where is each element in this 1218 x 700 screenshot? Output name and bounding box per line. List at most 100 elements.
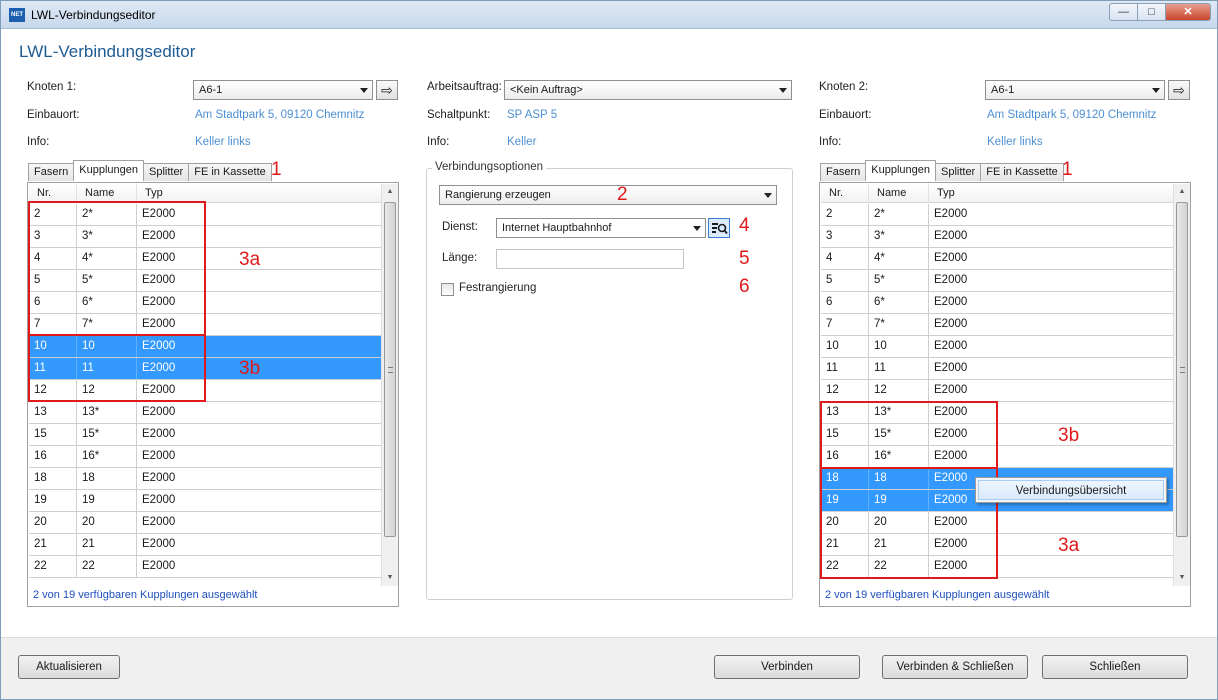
cell-name: 15* [77,424,137,445]
title-bar: NET LWL-Verbindungseditor — □ ✕ [1,1,1217,29]
right-col-name[interactable]: Name [869,184,929,203]
cell-nr: 19 [29,490,77,511]
close-button[interactable]: ✕ [1165,3,1211,21]
annotation-5: 5 [739,248,750,269]
verbindungsoptionen-title: Verbindungsoptionen [432,161,547,173]
info1-link[interactable]: Keller links [195,136,251,148]
table-row[interactable]: 6 6* E2000 [821,292,1174,314]
cell-typ: E2000 [142,538,176,550]
cell-nr: 15 [29,424,77,445]
cell-typ: E2000 [142,472,176,484]
festrangierung-checkbox[interactable] [441,283,454,296]
right-col-typ[interactable]: Typ [929,184,1174,203]
table-row[interactable]: 4 4* E2000 [821,248,1174,270]
einbauort1-link[interactable]: Am Stadtpark 5, 09120 Chemnitz [195,109,364,121]
einbauort1-label: Einbauort: [27,109,80,121]
cell-nr: 3 [821,226,869,247]
right-scrollbar[interactable]: ▲ ▼ [1173,184,1190,586]
table-row[interactable]: 18 18 E2000 [29,468,382,490]
cell-typ: E2000 [142,450,176,462]
left-tab-fasern[interactable]: Fasern [28,163,75,181]
einbauort2-link[interactable]: Am Stadtpark 5, 09120 Chemnitz [987,109,1156,121]
left-scrollbar[interactable]: ▲ ▼ [381,184,398,586]
cell-typ: E2000 [142,516,176,528]
info1-label: Info: [27,136,50,148]
right-tab-fasern[interactable]: Fasern [820,163,867,181]
right-tab-splitter[interactable]: Splitter [934,163,982,181]
annotation-2: 2 [617,184,628,205]
left-tab-splitter[interactable]: Splitter [142,163,190,181]
connect-close-button[interactable]: Verbinden & Schließen [882,655,1028,679]
cell-nr: 22 [29,556,77,577]
connect-button[interactable]: Verbinden [714,655,860,679]
arrow-right-icon: ⇨ [381,82,393,98]
table-row[interactable]: 10 10 E2000 [821,336,1174,358]
table-row[interactable]: 16 16* E2000 [29,446,382,468]
knoten1-goto-button[interactable]: ⇨ [376,80,398,100]
cell-name: 7* [869,314,929,335]
knoten1-label: Knoten 1: [27,81,77,93]
cell-nr: 18 [29,468,77,489]
knoten2-combo[interactable]: A6-1 [985,80,1165,100]
chevron-down-icon [693,226,701,231]
left-tab-kupplungen[interactable]: Kupplungen [73,160,144,181]
laenge-label: Länge: [442,252,478,264]
right-scroll-thumb[interactable] [1176,202,1188,537]
cell-nr: 7 [821,314,869,335]
scroll-down-icon[interactable]: ▼ [1174,570,1190,586]
left-scroll-thumb[interactable] [384,202,396,537]
close-dialog-button[interactable]: Schließen [1042,655,1188,679]
scroll-up-icon[interactable]: ▲ [1174,184,1190,200]
cell-name: 4* [869,248,929,269]
table-row[interactable]: 5 5* E2000 [821,270,1174,292]
knoten2-goto-button[interactable]: ⇨ [1168,80,1190,100]
table-row[interactable]: 2 2* E2000 [821,204,1174,226]
dienst-search-button[interactable] [708,218,730,238]
minimize-button[interactable]: — [1109,3,1137,21]
right-tab-kupplungen[interactable]: Kupplungen [865,160,936,181]
context-menu-verbindungsuebersicht[interactable]: Verbindungsübersicht [978,480,1164,500]
table-row[interactable]: 19 19 E2000 [29,490,382,512]
cell-nr: 13 [29,402,77,423]
info-center-label: Info: [427,136,450,148]
chevron-down-icon [1152,88,1160,93]
table-row[interactable]: 7 7* E2000 [821,314,1174,336]
right-col-nr[interactable]: Nr. [821,184,869,203]
table-row[interactable]: 21 21 E2000 [29,534,382,556]
maximize-button[interactable]: □ [1137,3,1165,21]
scroll-up-icon[interactable]: ▲ [382,184,398,200]
mode-combo[interactable]: Rangierung erzeugen [439,185,777,205]
left-tab-fe-in-kassette[interactable]: FE in Kassette [188,163,272,181]
cell-typ: E2000 [142,560,176,572]
schaltpunkt-link[interactable]: SP ASP 5 [507,109,557,121]
auftrag-combo[interactable]: <Kein Auftrag> [504,80,792,100]
cell-typ: E2000 [142,494,176,506]
knoten1-combo[interactable]: A6-1 [193,80,373,100]
table-row[interactable]: 15 15* E2000 [29,424,382,446]
refresh-button[interactable]: Aktualisieren [18,655,120,679]
table-row[interactable]: 13 13* E2000 [29,402,382,424]
table-row[interactable]: 20 20 E2000 [29,512,382,534]
annotation-6: 6 [739,276,750,297]
right-tab-fe-in-kassette[interactable]: FE in Kassette [980,163,1064,181]
annotation-3a-right: 3a [1058,535,1080,556]
table-row[interactable]: 3 3* E2000 [821,226,1174,248]
dienst-combo[interactable]: Internet Hauptbahnhof [496,218,706,238]
info-center-link[interactable]: Keller [507,136,536,148]
footer-bar: Aktualisieren Verbinden Verbinden & Schl… [1,637,1217,699]
cell-name: 3* [869,226,929,247]
cell-typ: E2000 [934,208,968,220]
cell-nr: 6 [821,292,869,313]
table-row[interactable]: 22 22 E2000 [29,556,382,578]
cell-nr: 20 [29,512,77,533]
annotation-1-right: 1 [1062,159,1073,180]
scroll-down-icon[interactable]: ▼ [382,570,398,586]
cell-typ: E2000 [142,428,176,440]
table-row[interactable]: 12 12 E2000 [821,380,1174,402]
laenge-input[interactable] [496,249,684,269]
mode-value: Rangierung erzeugen [445,189,551,201]
info2-link[interactable]: Keller links [987,136,1043,148]
annotation-3b-right: 3b [1058,425,1080,446]
cell-nr: 12 [821,380,869,401]
table-row[interactable]: 11 11 E2000 [821,358,1174,380]
